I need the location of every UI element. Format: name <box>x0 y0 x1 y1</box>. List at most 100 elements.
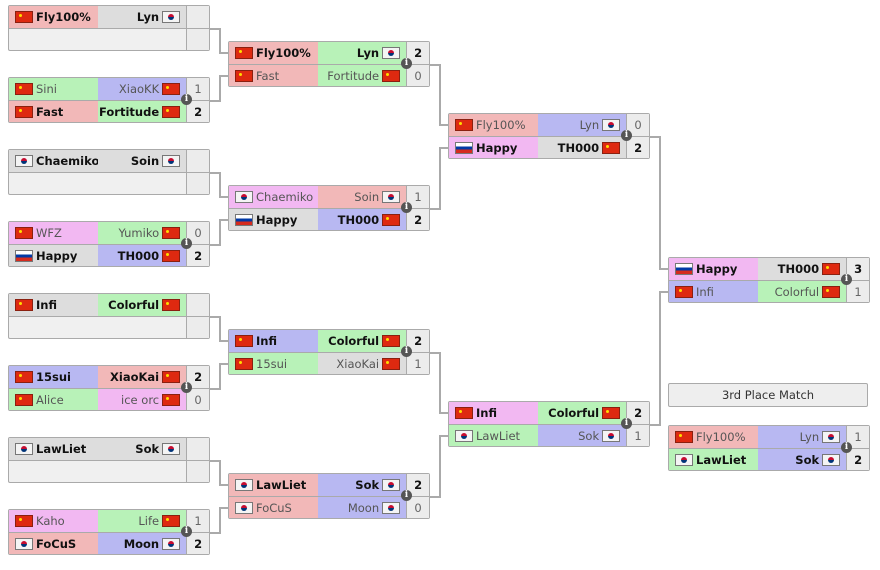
right-player[interactable] <box>98 461 187 482</box>
left-player[interactable]: Fast <box>9 101 98 122</box>
right-player[interactable]: Soin <box>97 150 187 172</box>
right-player[interactable]: Moon <box>97 533 187 554</box>
flag-cn-icon <box>162 249 181 262</box>
right-player[interactable]: Colorful <box>317 330 407 352</box>
left-player[interactable]: LawLiet <box>9 438 98 460</box>
right-player[interactable]: Soin <box>317 186 407 208</box>
right-player[interactable] <box>98 29 187 50</box>
team-row: LawLiet Sok 2 <box>669 449 870 470</box>
player-name: Colorful <box>774 284 820 299</box>
score: 0 <box>406 65 430 86</box>
player-name: Infi <box>696 284 714 299</box>
match: LawLiet Sok <box>8 437 210 483</box>
left-player[interactable]: LawLiet <box>229 474 318 496</box>
right-player[interactable]: ice orc <box>97 389 187 410</box>
right-player[interactable]: XiaoKK <box>97 78 187 100</box>
info-icon[interactable]: i <box>621 130 632 141</box>
left-player[interactable]: 15sui <box>229 353 318 374</box>
connector-line <box>219 75 221 102</box>
info-icon[interactable]: i <box>621 418 632 429</box>
right-player[interactable]: Yumiko <box>97 222 187 244</box>
right-player[interactable] <box>98 173 187 194</box>
team-row: Infi Colorful 2 <box>449 402 650 425</box>
info-icon[interactable]: i <box>401 346 412 357</box>
connector-line <box>219 316 221 342</box>
right-player[interactable]: Fortitude <box>317 65 407 86</box>
right-player[interactable]: Lyn <box>97 6 187 28</box>
info-icon[interactable]: i <box>841 442 852 453</box>
left-player[interactable]: FoCuS <box>9 533 98 554</box>
right-player[interactable]: Colorful <box>757 281 847 302</box>
left-player[interactable] <box>9 173 98 194</box>
left-player[interactable]: Infi <box>669 281 758 302</box>
left-player[interactable]: Happy <box>449 137 538 158</box>
right-player[interactable]: Life <box>97 510 187 532</box>
left-player[interactable]: 15sui <box>9 366 98 388</box>
left-player[interactable]: Infi <box>229 330 318 352</box>
info-icon[interactable]: i <box>841 274 852 285</box>
left-player[interactable]: LawLiet <box>669 449 758 470</box>
player-name: LawLiet <box>696 452 747 467</box>
info-icon[interactable]: i <box>181 94 192 105</box>
right-player[interactable]: Sok <box>317 474 407 496</box>
third-place-match: Fly100% Lyn 1 LawLiet Sok 2 <box>668 425 870 471</box>
left-player[interactable]: Fly100% <box>229 42 318 64</box>
info-icon[interactable]: i <box>181 238 192 249</box>
info-icon[interactable]: i <box>181 526 192 537</box>
left-player[interactable]: WFZ <box>9 222 98 244</box>
score: 2 <box>846 449 870 470</box>
score: 2 <box>406 209 430 230</box>
info-icon[interactable]: i <box>401 58 412 69</box>
right-player[interactable]: Lyn <box>537 114 627 136</box>
right-player[interactable]: TH000 <box>97 245 187 266</box>
info-icon[interactable]: i <box>401 202 412 213</box>
team-row: Infi Colorful 1 <box>669 281 870 302</box>
right-player[interactable]: XiaoKai <box>97 366 187 388</box>
team-row: Infi Colorful <box>9 294 210 317</box>
left-player[interactable]: Happy <box>229 209 318 230</box>
left-player[interactable]: Chaemiko <box>9 150 98 172</box>
left-player[interactable]: Happy <box>669 258 758 280</box>
left-player[interactable]: Chaemiko <box>229 186 318 208</box>
left-player[interactable] <box>9 29 98 50</box>
left-player[interactable]: LawLiet <box>449 425 538 446</box>
left-player[interactable]: Infi <box>449 402 538 424</box>
left-player[interactable] <box>9 317 98 338</box>
team-row: Fast Fortitude 0 <box>229 65 430 86</box>
right-player[interactable]: Colorful <box>97 294 187 316</box>
left-player[interactable]: Fly100% <box>9 6 98 28</box>
left-player[interactable]: Alice <box>9 389 98 410</box>
left-player[interactable]: Fly100% <box>669 426 758 448</box>
left-player[interactable]: Infi <box>9 294 98 316</box>
right-player[interactable]: TH000 <box>757 258 847 280</box>
left-player[interactable]: Fast <box>229 65 318 86</box>
flag-cn-icon <box>15 105 33 118</box>
right-player[interactable]: XiaoKai <box>317 353 407 374</box>
empty-row <box>9 29 210 50</box>
right-player[interactable]: TH000 <box>317 209 407 230</box>
left-player[interactable]: Fly100% <box>449 114 538 136</box>
flag-cn-icon <box>15 227 33 239</box>
right-player[interactable]: Colorful <box>537 402 627 424</box>
flag-cn-icon <box>15 11 33 23</box>
flag-kr-icon <box>162 11 181 23</box>
score <box>186 461 210 482</box>
right-player[interactable] <box>98 317 187 338</box>
left-player[interactable]: Kaho <box>9 510 98 532</box>
right-player[interactable]: TH000 <box>537 137 627 158</box>
right-player[interactable]: Lyn <box>757 426 847 448</box>
left-player[interactable]: FoCuS <box>229 497 318 518</box>
right-player[interactable]: Moon <box>317 497 407 518</box>
right-player[interactable]: Sok <box>757 449 847 470</box>
info-icon[interactable]: i <box>401 490 412 501</box>
flag-kr-icon <box>822 431 841 443</box>
left-player[interactable] <box>9 461 98 482</box>
right-player[interactable]: Lyn <box>317 42 407 64</box>
left-player[interactable]: Happy <box>9 245 98 266</box>
info-icon[interactable]: i <box>181 382 192 393</box>
left-player[interactable]: Sini <box>9 78 98 100</box>
right-player[interactable]: Sok <box>537 425 627 446</box>
right-player[interactable]: Sok <box>97 438 187 460</box>
empty-row <box>9 461 210 482</box>
right-player[interactable]: Fortitude <box>97 101 187 122</box>
